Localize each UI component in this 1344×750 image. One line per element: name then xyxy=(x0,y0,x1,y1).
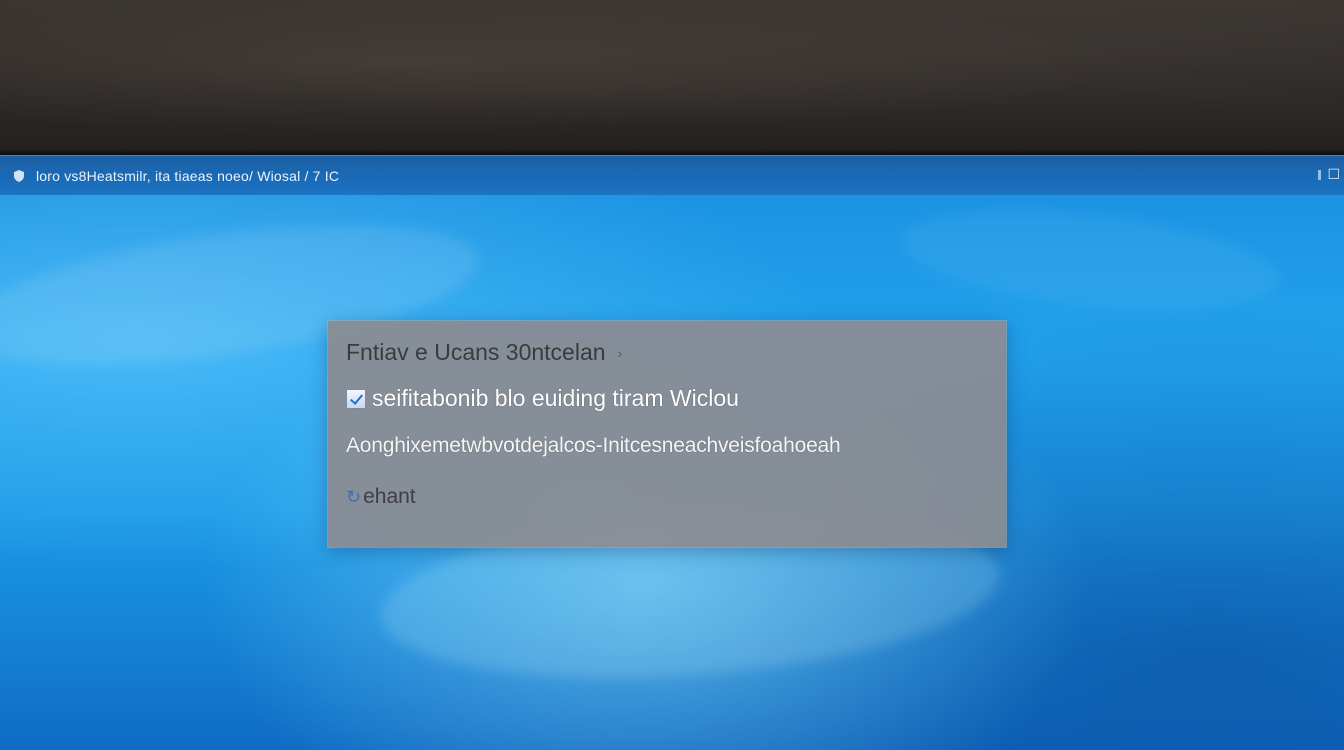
link-label[interactable]: ehant xyxy=(363,485,416,509)
notification-dialog: Fntiav e Ucans 30ntcelan › seifitabonib … xyxy=(328,321,1006,547)
dialog-title: Fntiav e Ucans 30ntcelan xyxy=(346,339,606,365)
dialog-link[interactable]: ↻ ehant xyxy=(346,485,416,509)
photo-scene: loro vs8Heatsmilr, ita tiaeas noeo/ Wios… xyxy=(0,0,1344,750)
desktop-screen: loro vs8Heatsmilr, ita tiaeas noeo/ Wios… xyxy=(0,155,1344,750)
separator xyxy=(1318,169,1322,180)
window-title-bar[interactable]: loro vs8Heatsmilr, ita tiaeas noeo/ Wios… xyxy=(0,155,1344,195)
light-streak xyxy=(896,195,1284,325)
dialog-option[interactable]: seifitabonib blo euiding tiram Wiclou xyxy=(346,385,739,412)
dialog-description: Aonghixemetwbvotdejalcos-Initcesneachvei… xyxy=(346,434,841,457)
address-path[interactable]: loro vs8Heatsmilr, ita tiaeas noeo/ Wios… xyxy=(36,168,339,184)
shield-icon xyxy=(12,169,26,183)
window-controls: ☐ xyxy=(1318,166,1340,183)
restore-icon[interactable]: ☐ xyxy=(1327,166,1340,183)
option-label: seifitabonib blo euiding tiram Wiclou xyxy=(372,385,739,411)
link-icon: ↻ xyxy=(346,486,362,507)
option-checkbox[interactable] xyxy=(346,388,366,409)
dialog-header: Fntiav e Ucans 30ntcelan › xyxy=(346,339,622,366)
chevron-right-icon[interactable]: › xyxy=(618,345,623,361)
monitor-bezel xyxy=(0,0,1344,155)
